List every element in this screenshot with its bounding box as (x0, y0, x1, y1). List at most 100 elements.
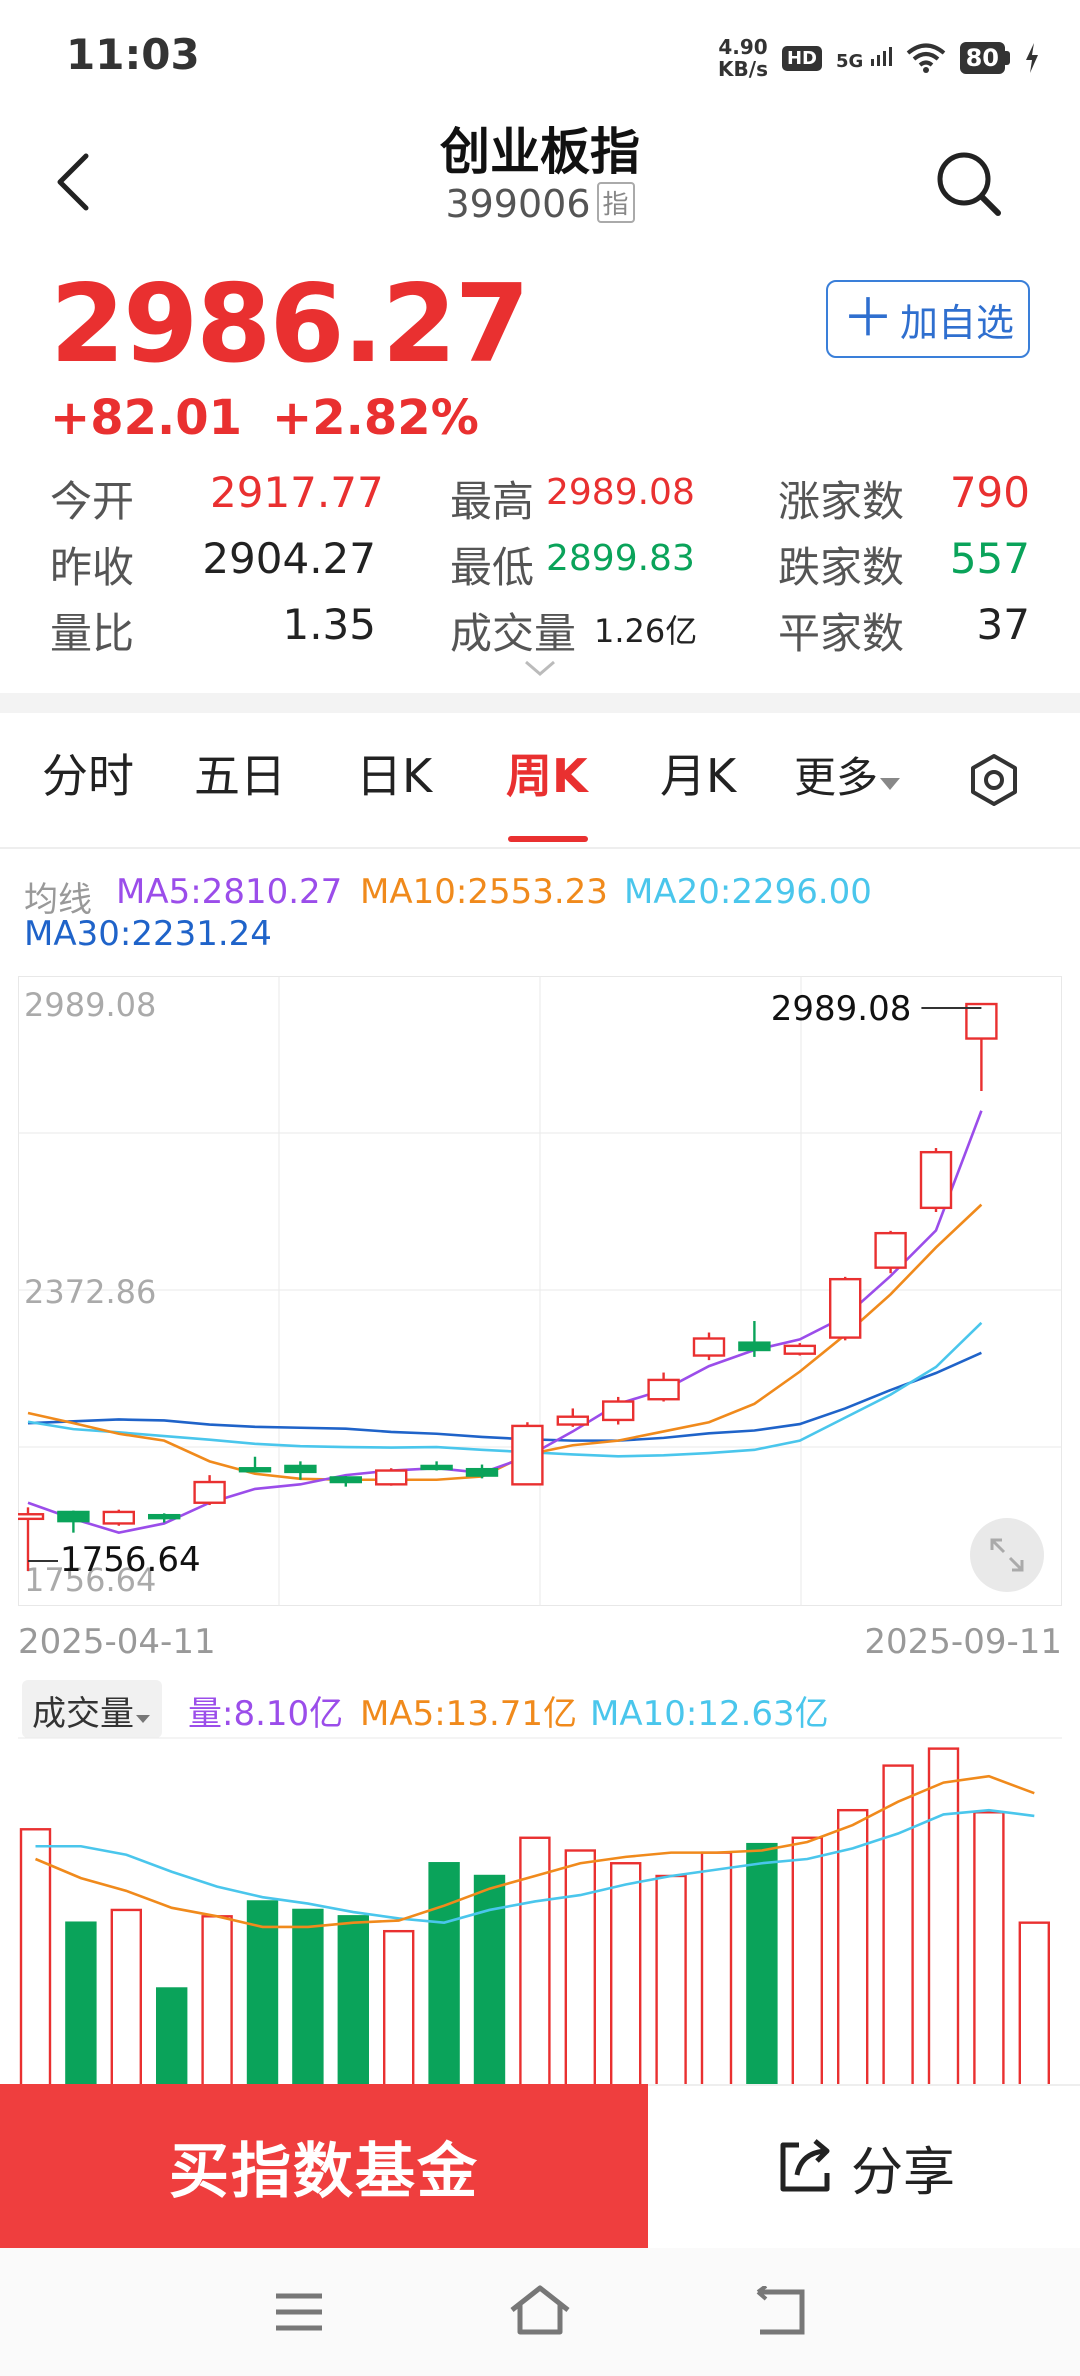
status-icons: 4.90 KB/s HD 5G 80 (718, 30, 1040, 86)
tab-more[interactable]: 更多 (794, 744, 902, 805)
candle (420, 1461, 453, 1471)
candle (102, 1509, 136, 1526)
flat-count-value: 37 (976, 600, 1030, 649)
volume-bar (110, 1908, 143, 2086)
candle-body (147, 1513, 181, 1520)
candle (375, 1468, 408, 1486)
volume-bar (973, 1811, 1005, 2086)
back-nav-icon[interactable] (752, 2286, 810, 2338)
candle-body (238, 1467, 272, 1473)
candle-body (829, 1277, 862, 1339)
index-code: 399006 指 (0, 182, 1080, 226)
candle (511, 1422, 544, 1486)
volume-indicator-select[interactable]: 成交量 (22, 1680, 162, 1738)
volume-bar (65, 1921, 97, 2086)
y-axis-mid-label: 2372.86 (24, 1273, 156, 1311)
candle (147, 1513, 181, 1523)
vol-ratio-value: 1.35 (282, 600, 376, 649)
share-button[interactable]: 分享 (648, 2084, 1080, 2248)
volume-bar (610, 1862, 642, 2086)
x-end-date: 2025-09-11 (864, 1622, 1062, 1662)
volume-bar (1018, 1921, 1050, 2086)
candle (874, 1230, 907, 1274)
up-count-value: 790 (949, 468, 1030, 517)
volume-bar (564, 1849, 596, 2086)
turnover-label: 成交量 (450, 609, 577, 658)
candle (556, 1408, 589, 1427)
menu-icon[interactable] (272, 2288, 326, 2336)
low-label: 最低 (450, 543, 535, 592)
candlestick-chart[interactable]: 2989.082372.861756.642989.081756.64 (18, 976, 1062, 1606)
wifi-icon (906, 43, 945, 73)
prev-close-value: 2904.27 (202, 534, 376, 583)
vol-ratio-label: 量比 (50, 609, 135, 658)
candle (647, 1372, 680, 1402)
chevron-down-icon[interactable] (522, 658, 558, 678)
volume-bar (292, 1908, 324, 2086)
volume-bar (882, 1764, 914, 2086)
candle (329, 1476, 362, 1487)
buy-index-fund-button[interactable]: 买指数基金 (0, 2084, 648, 2248)
net-speed: 4.90 KB/s (718, 35, 768, 81)
candle-body (465, 1467, 499, 1477)
tabs-underline (0, 847, 1080, 849)
candle-body (783, 1344, 816, 1355)
tab-daily-k[interactable]: 日K (356, 740, 432, 806)
candle-body (965, 1002, 998, 1040)
vol-legend-current: 量:8.10亿 (188, 1694, 344, 1734)
plus-icon: ＋ (841, 289, 894, 349)
tab-monthly-k[interactable]: 月K (660, 740, 736, 806)
volume-bar (428, 1862, 460, 2086)
candle-body (329, 1476, 362, 1484)
caret-down-icon (136, 1715, 150, 1723)
tab-weekly-k[interactable]: 周K (506, 740, 588, 806)
candle-body (874, 1231, 907, 1269)
high-annotation: 2989.08 (771, 989, 912, 1029)
high-label: 最高 (450, 477, 535, 526)
add-watchlist-button[interactable]: ＋加自选 (826, 280, 1030, 358)
candle (738, 1321, 771, 1357)
signal-5g-icon: 5G (836, 45, 892, 72)
tab-five-day[interactable]: 五日 (194, 740, 286, 806)
index-tag: 指 (596, 182, 635, 223)
volume-bar (337, 1915, 369, 2086)
up-count-label: 涨家数 (778, 477, 905, 526)
ma30-line (27, 1351, 982, 1442)
ma10-legend: MA10:2553.23 (360, 872, 608, 912)
candle (783, 1343, 816, 1356)
caret-down-icon (880, 778, 901, 790)
period-tabs: 分时 五日 日K 周K 月K 更多 (0, 740, 1080, 840)
candle-body (511, 1424, 544, 1486)
ma20-line (27, 1321, 983, 1458)
tab-intraday[interactable]: 分时 (42, 740, 134, 806)
volume-chart[interactable] (18, 1736, 1062, 2086)
status-time: 11:03 (66, 30, 200, 79)
settings-icon[interactable] (966, 752, 1022, 808)
candle-body (57, 1510, 90, 1523)
candle (692, 1332, 726, 1361)
down-count-value: 557 (949, 534, 1030, 583)
share-icon (780, 2139, 830, 2192)
expand-icon (990, 1538, 1024, 1572)
candle (57, 1510, 90, 1533)
ma5-legend: MA5:2810.27 (116, 872, 343, 912)
candle-body (102, 1510, 136, 1525)
candle (965, 1002, 998, 1091)
hd-icon: HD (781, 45, 822, 71)
current-price: 2986.27 (50, 262, 530, 387)
section-divider (0, 693, 1080, 713)
volume-bar (201, 1915, 233, 2086)
home-icon[interactable] (508, 2282, 572, 2338)
vol-legend-ma5: MA5:13.71亿 (360, 1694, 578, 1734)
candle-body (556, 1415, 589, 1426)
ma20-legend: MA20:2296.00 (624, 872, 872, 912)
fullscreen-button[interactable] (970, 1518, 1044, 1592)
candle-body (602, 1400, 635, 1422)
active-tab-indicator (508, 836, 588, 842)
search-icon[interactable] (930, 145, 1006, 221)
volume-bar (19, 1828, 52, 2086)
price-change: +82.01 +2.82% (50, 390, 479, 446)
volume-bar (383, 1929, 415, 2086)
low-value: 2899.83 (546, 538, 695, 579)
candle (602, 1396, 635, 1425)
